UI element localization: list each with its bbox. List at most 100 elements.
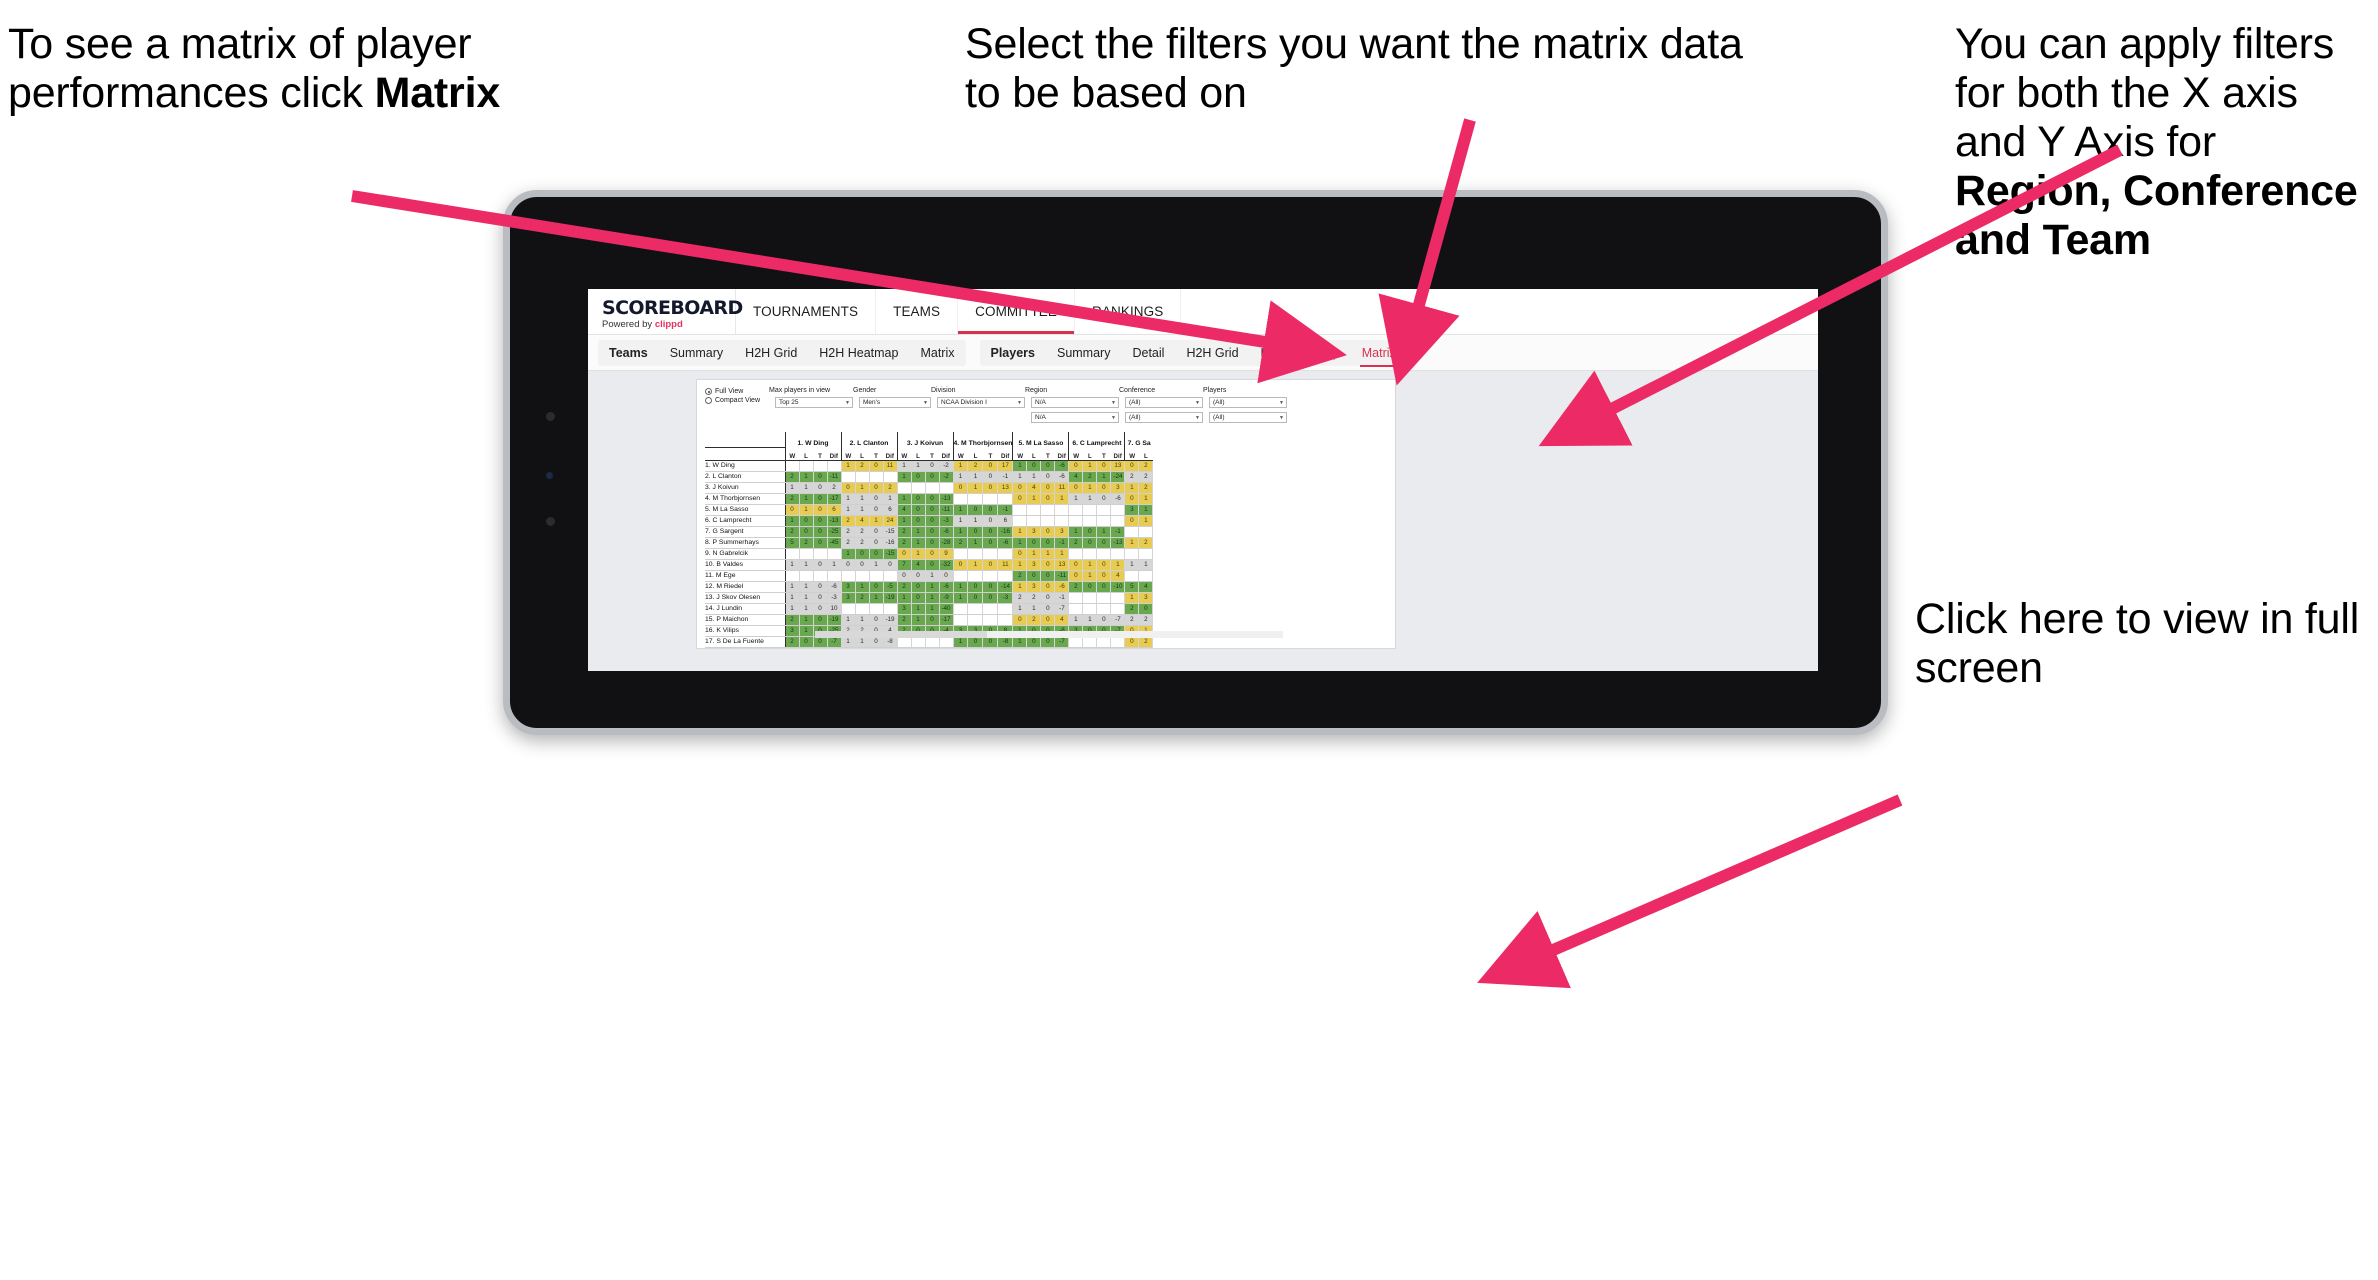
matrix-cell[interactable]: [1096, 548, 1112, 560]
matrix-cell[interactable]: 4: [1026, 482, 1042, 494]
matrix-cell[interactable]: 0: [1124, 493, 1140, 505]
matrix-cell[interactable]: 1: [869, 515, 884, 527]
matrix-cell[interactable]: 0: [1096, 614, 1112, 626]
matrix-cell[interactable]: [827, 460, 842, 472]
subnav-players-h2h-heatmap[interactable]: H2H Heatmap: [1250, 340, 1351, 366]
matrix-cell[interactable]: 0: [1068, 559, 1084, 571]
matrix-cell[interactable]: 13: [1054, 559, 1070, 571]
matrix-cell[interactable]: 1: [840, 504, 856, 516]
matrix-cell[interactable]: 2: [1138, 471, 1154, 483]
matrix-cell[interactable]: 1: [869, 592, 884, 604]
matrix-cell[interactable]: -2: [939, 460, 954, 472]
matrix-cell[interactable]: 0: [967, 526, 984, 538]
matrix-cell[interactable]: 1: [925, 570, 940, 582]
matrix-cell[interactable]: 0: [799, 647, 814, 648]
matrix-cell[interactable]: 3: [1054, 526, 1070, 538]
matrix-cell[interactable]: -19: [883, 592, 898, 604]
matrix-cell[interactable]: -3: [827, 592, 842, 604]
filter-region-select-x[interactable]: N/A ▼: [1031, 397, 1119, 408]
matrix-cell[interactable]: 2: [827, 482, 842, 494]
matrix-cell[interactable]: 1: [952, 526, 969, 538]
matrix-cell[interactable]: [799, 460, 814, 472]
matrix-cell[interactable]: 1: [1068, 526, 1084, 538]
matrix-cell[interactable]: 2: [1124, 614, 1140, 626]
matrix-cell[interactable]: 4: [911, 559, 926, 571]
matrix-cell[interactable]: 2: [784, 471, 800, 483]
matrix-cell[interactable]: 1: [896, 592, 912, 604]
subnav-teams-summary[interactable]: Summary: [659, 340, 734, 366]
matrix-cell[interactable]: 10: [827, 603, 842, 615]
matrix-cell[interactable]: [883, 570, 898, 582]
matrix-cell[interactable]: 1: [1082, 493, 1098, 505]
subnav-teams-h2h-grid[interactable]: H2H Grid: [734, 340, 808, 366]
matrix-cell[interactable]: 1: [896, 471, 912, 483]
matrix-cell[interactable]: 11: [997, 559, 1014, 571]
matrix-cell[interactable]: 0: [1040, 559, 1056, 571]
filter-gender-select[interactable]: Men's ▼: [859, 397, 931, 408]
matrix-cell[interactable]: -2: [1110, 647, 1126, 648]
matrix-cell[interactable]: [967, 614, 984, 626]
matrix-cell[interactable]: 0: [855, 548, 870, 560]
matrix-cell[interactable]: 2: [1138, 614, 1154, 626]
matrix-cell[interactable]: [784, 570, 800, 582]
matrix-cell[interactable]: 1: [1012, 559, 1028, 571]
matrix-cell[interactable]: 1: [799, 504, 814, 516]
matrix-cell[interactable]: 2: [1138, 460, 1154, 472]
matrix-cell[interactable]: -13: [1110, 537, 1126, 549]
matrix-cell[interactable]: [952, 493, 969, 505]
subnav-players-h2h-grid[interactable]: H2H Grid: [1175, 340, 1249, 366]
matrix-cell[interactable]: -3: [939, 515, 954, 527]
matrix-cell[interactable]: 1: [799, 625, 814, 637]
matrix-cell[interactable]: 1: [1068, 614, 1084, 626]
matrix-cell[interactable]: 0: [869, 537, 884, 549]
matrix-cell[interactable]: 2: [840, 537, 856, 549]
matrix-cell[interactable]: 0: [1012, 548, 1028, 560]
matrix-cell[interactable]: [1124, 548, 1140, 560]
matrix-cell[interactable]: 0: [1096, 493, 1112, 505]
matrix-cell[interactable]: [1096, 592, 1112, 604]
matrix-cell[interactable]: 0: [925, 614, 940, 626]
matrix-cell[interactable]: 0: [1096, 482, 1112, 494]
matrix-cell[interactable]: 1: [952, 515, 969, 527]
matrix-cell[interactable]: -9: [939, 592, 954, 604]
matrix-cell[interactable]: -10: [1110, 581, 1126, 593]
matrix-cell[interactable]: [1054, 515, 1070, 527]
matrix-cell[interactable]: [1082, 504, 1098, 516]
matrix-cell[interactable]: 1: [799, 581, 814, 593]
matrix-cell[interactable]: 3: [1026, 581, 1042, 593]
app-logo[interactable]: SCOREBOARD Powered by clippd: [588, 289, 743, 334]
matrix-cell[interactable]: 4: [1124, 647, 1140, 648]
matrix-cell[interactable]: 1: [1082, 570, 1098, 582]
matrix-cell[interactable]: 2: [896, 581, 912, 593]
matrix-cell[interactable]: 1: [840, 460, 856, 472]
matrix-cell[interactable]: 5: [784, 537, 800, 549]
matrix-cell[interactable]: [982, 548, 999, 560]
matrix-cell[interactable]: 1: [799, 559, 814, 571]
matrix-cell[interactable]: 0: [784, 504, 800, 516]
matrix-cell[interactable]: 1: [952, 647, 969, 648]
matrix-cell[interactable]: 0: [1068, 460, 1084, 472]
matrix-cell[interactable]: 0: [883, 647, 898, 648]
matrix-cell[interactable]: [1068, 515, 1084, 527]
matrix-cell[interactable]: 3: [1138, 592, 1154, 604]
matrix-cell[interactable]: 1: [1026, 471, 1042, 483]
filter-region-select-y[interactable]: N/A ▼: [1031, 412, 1119, 423]
matrix-cell[interactable]: 2: [896, 526, 912, 538]
matrix-cell[interactable]: 1: [967, 482, 984, 494]
matrix-cell[interactable]: 1: [967, 559, 984, 571]
matrix-cell[interactable]: 1: [952, 504, 969, 516]
matrix-cell[interactable]: 0: [813, 526, 828, 538]
matrix-cell[interactable]: [952, 548, 969, 560]
matrix-cell[interactable]: 1: [1096, 526, 1112, 538]
matrix-cell[interactable]: -1: [997, 471, 1014, 483]
matrix-cell[interactable]: 2: [784, 493, 800, 505]
matrix-cell[interactable]: 0: [1082, 526, 1098, 538]
matrix-cell[interactable]: 1: [1012, 460, 1028, 472]
matrix-cell[interactable]: 0: [869, 526, 884, 538]
matrix-cell[interactable]: 1: [1040, 548, 1056, 560]
matrix-cell[interactable]: 0: [952, 482, 969, 494]
matrix-cell[interactable]: 1: [1082, 614, 1098, 626]
matrix-cell[interactable]: [1110, 548, 1126, 560]
matrix-cell[interactable]: 0: [925, 471, 940, 483]
matrix-cell[interactable]: 2: [1138, 537, 1154, 549]
